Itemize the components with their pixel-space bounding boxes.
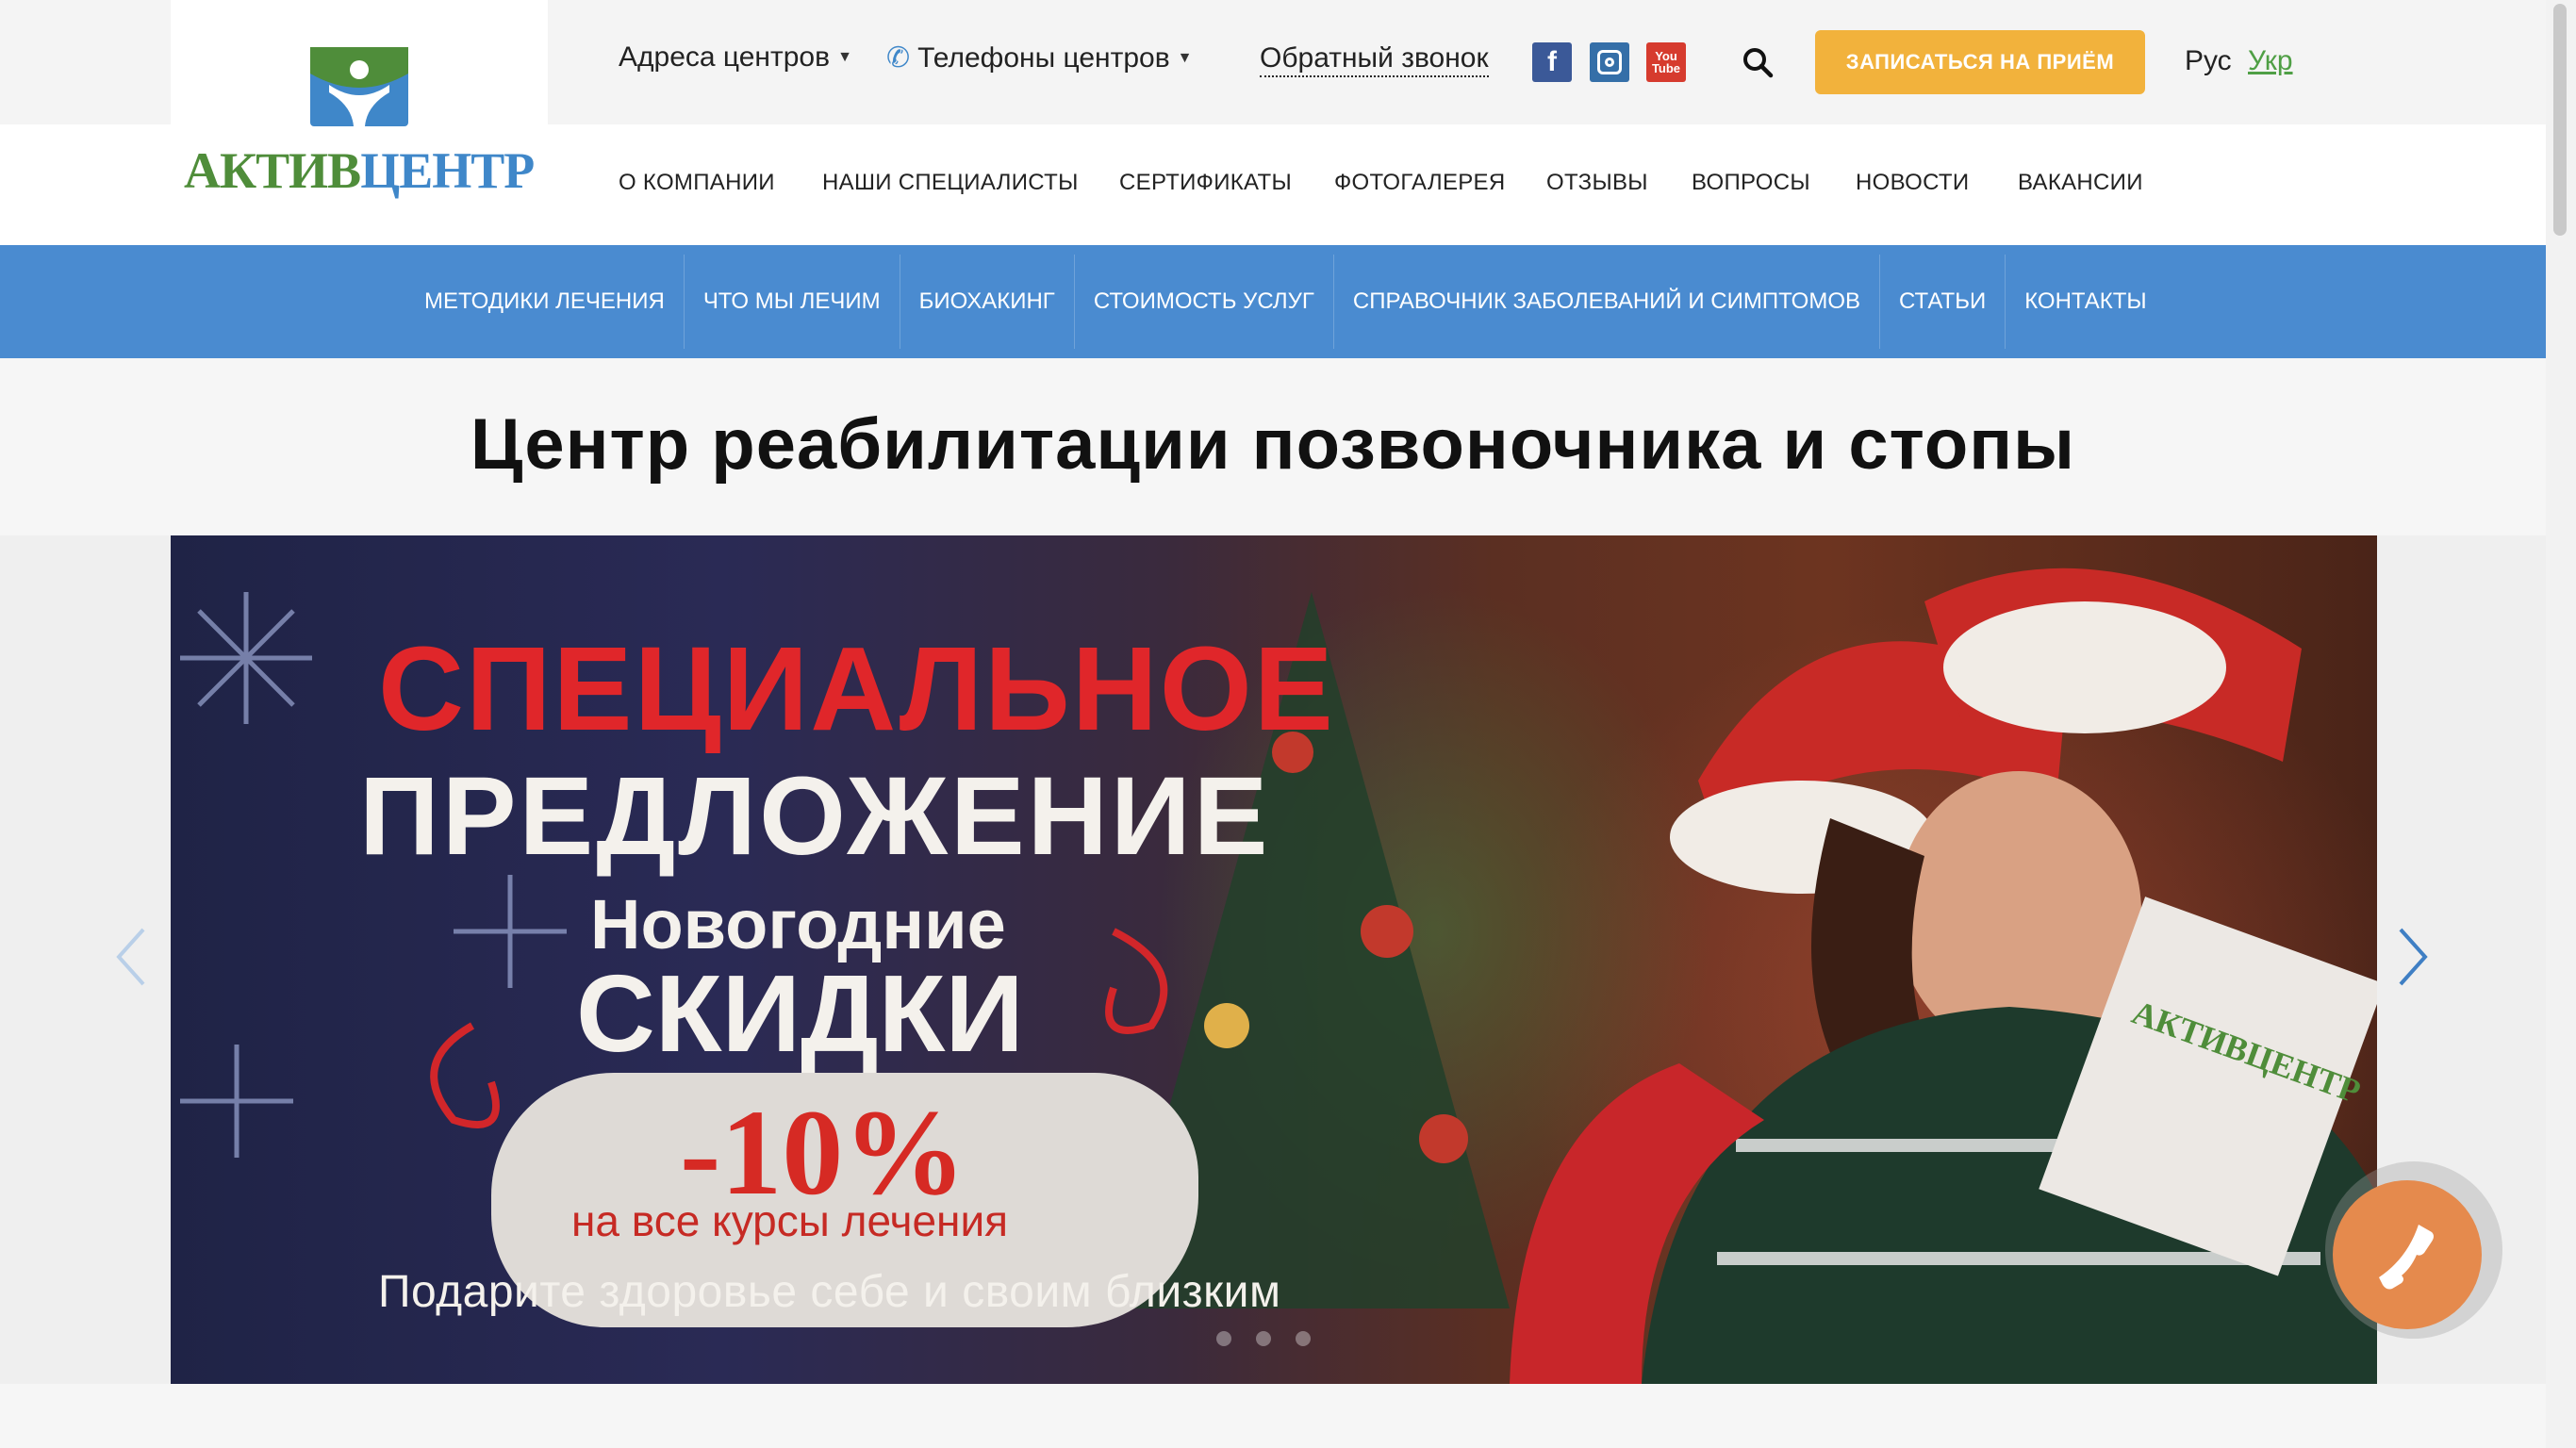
- menu-vacancies[interactable]: ВАКАНСИИ: [2018, 170, 2143, 196]
- services-nav-prices[interactable]: СТОИМОСТЬ УСЛУГ: [1075, 255, 1334, 349]
- caret-down-icon: ▼: [837, 49, 852, 65]
- phone-handset-icon: [2379, 1225, 2434, 1290]
- slider-prev-arrow-icon[interactable]: [109, 924, 153, 990]
- youtube-icon[interactable]: You Tube: [1646, 42, 1686, 82]
- menu-about[interactable]: О КОМПАНИИ: [619, 170, 775, 196]
- menu-news[interactable]: НОВОСТИ: [1856, 170, 1969, 196]
- services-nav: МЕТОДИКИ ЛЕЧЕНИЯ ЧТО МЫ ЛЕЧИМ БИОХАКИНГ …: [0, 245, 2546, 358]
- addresses-dropdown[interactable]: Адреса центров ▼: [619, 41, 852, 74]
- slider-next-arrow-icon[interactable]: [2391, 924, 2435, 990]
- book-appointment-button[interactable]: ЗАПИСАТЬСЯ НА ПРИЁМ: [1815, 30, 2145, 94]
- menu-gallery[interactable]: ФОТОГАЛЕРЕЯ: [1334, 170, 1506, 196]
- services-nav-articles[interactable]: СТАТЬИ: [1880, 255, 2006, 349]
- services-nav-contacts[interactable]: КОНТАКТЫ: [2006, 255, 2165, 349]
- slider-dot[interactable]: [1296, 1331, 1311, 1346]
- discount-note: на все курсы лечения: [571, 1196, 1009, 1245]
- slider-dots: [1216, 1331, 1311, 1346]
- services-nav-reference[interactable]: СПРАВОЧНИК ЗАБОЛЕВАНИЙ И СИМПТОМОВ: [1334, 255, 1880, 349]
- instagram-icon[interactable]: [1590, 42, 1629, 82]
- slider-dot[interactable]: [1256, 1331, 1271, 1346]
- menu-reviews[interactable]: ОТЗЫВЫ: [1546, 170, 1648, 196]
- search-icon[interactable]: [1741, 45, 1775, 79]
- lang-ru[interactable]: Рус: [2185, 45, 2232, 77]
- promo-sale-word: СКИДКИ: [576, 952, 1024, 1075]
- page-title: Центр реабилитации позвоночника и стопы: [470, 404, 2076, 485]
- promo-tagline: Подарите здоровье себе и своим близким: [378, 1267, 1281, 1317]
- slider-dot[interactable]: [1216, 1331, 1231, 1346]
- services-nav-what-we-treat[interactable]: ЧТО МЫ ЛЕЧИМ: [685, 255, 900, 349]
- lang-ua[interactable]: Укр: [2248, 45, 2293, 77]
- menu-questions[interactable]: ВОПРОСЫ: [1692, 170, 1810, 196]
- addresses-label: Адреса центров: [619, 41, 831, 73]
- services-nav-biohacking[interactable]: БИОХАКИНГ: [900, 255, 1075, 349]
- logo-text: АКТИВЦЕНТР: [184, 142, 535, 199]
- logo-icon: [310, 47, 408, 126]
- callback-link[interactable]: Обратный звонок: [1260, 41, 1489, 77]
- phone-icon: ✆: [886, 42, 911, 74]
- menu-certificates[interactable]: СЕРТИФИКАТЫ: [1119, 170, 1292, 196]
- services-nav-methods[interactable]: МЕТОДИКИ ЛЕЧЕНИЯ: [405, 255, 685, 349]
- phones-label: Телефоны центров: [917, 41, 1170, 74]
- caret-down-icon: ▼: [1177, 49, 1193, 66]
- menu-specialists[interactable]: НАШИ СПЕЦИАЛИСТЫ: [822, 170, 1079, 196]
- facebook-icon[interactable]: f: [1532, 42, 1572, 82]
- logo[interactable]: АКТИВЦЕНТР: [171, 0, 548, 245]
- promo-banner-slide[interactable]: АКТИВЦЕНТР СПЕЦИАЛЬНОЕ ПРЕДЛОЖЕНИЕ Новог…: [171, 535, 2377, 1384]
- page-scrollbar-thumb[interactable]: [2553, 4, 2567, 236]
- promo-headline-white: ПРЕДЛОЖЕНИЕ: [359, 754, 1271, 879]
- promo-headline-red: СПЕЦИАЛЬНОЕ: [378, 622, 1335, 755]
- phones-dropdown[interactable]: ✆ Телефоны центров ▼: [886, 41, 1192, 74]
- callback-fab-button[interactable]: [2333, 1180, 2482, 1329]
